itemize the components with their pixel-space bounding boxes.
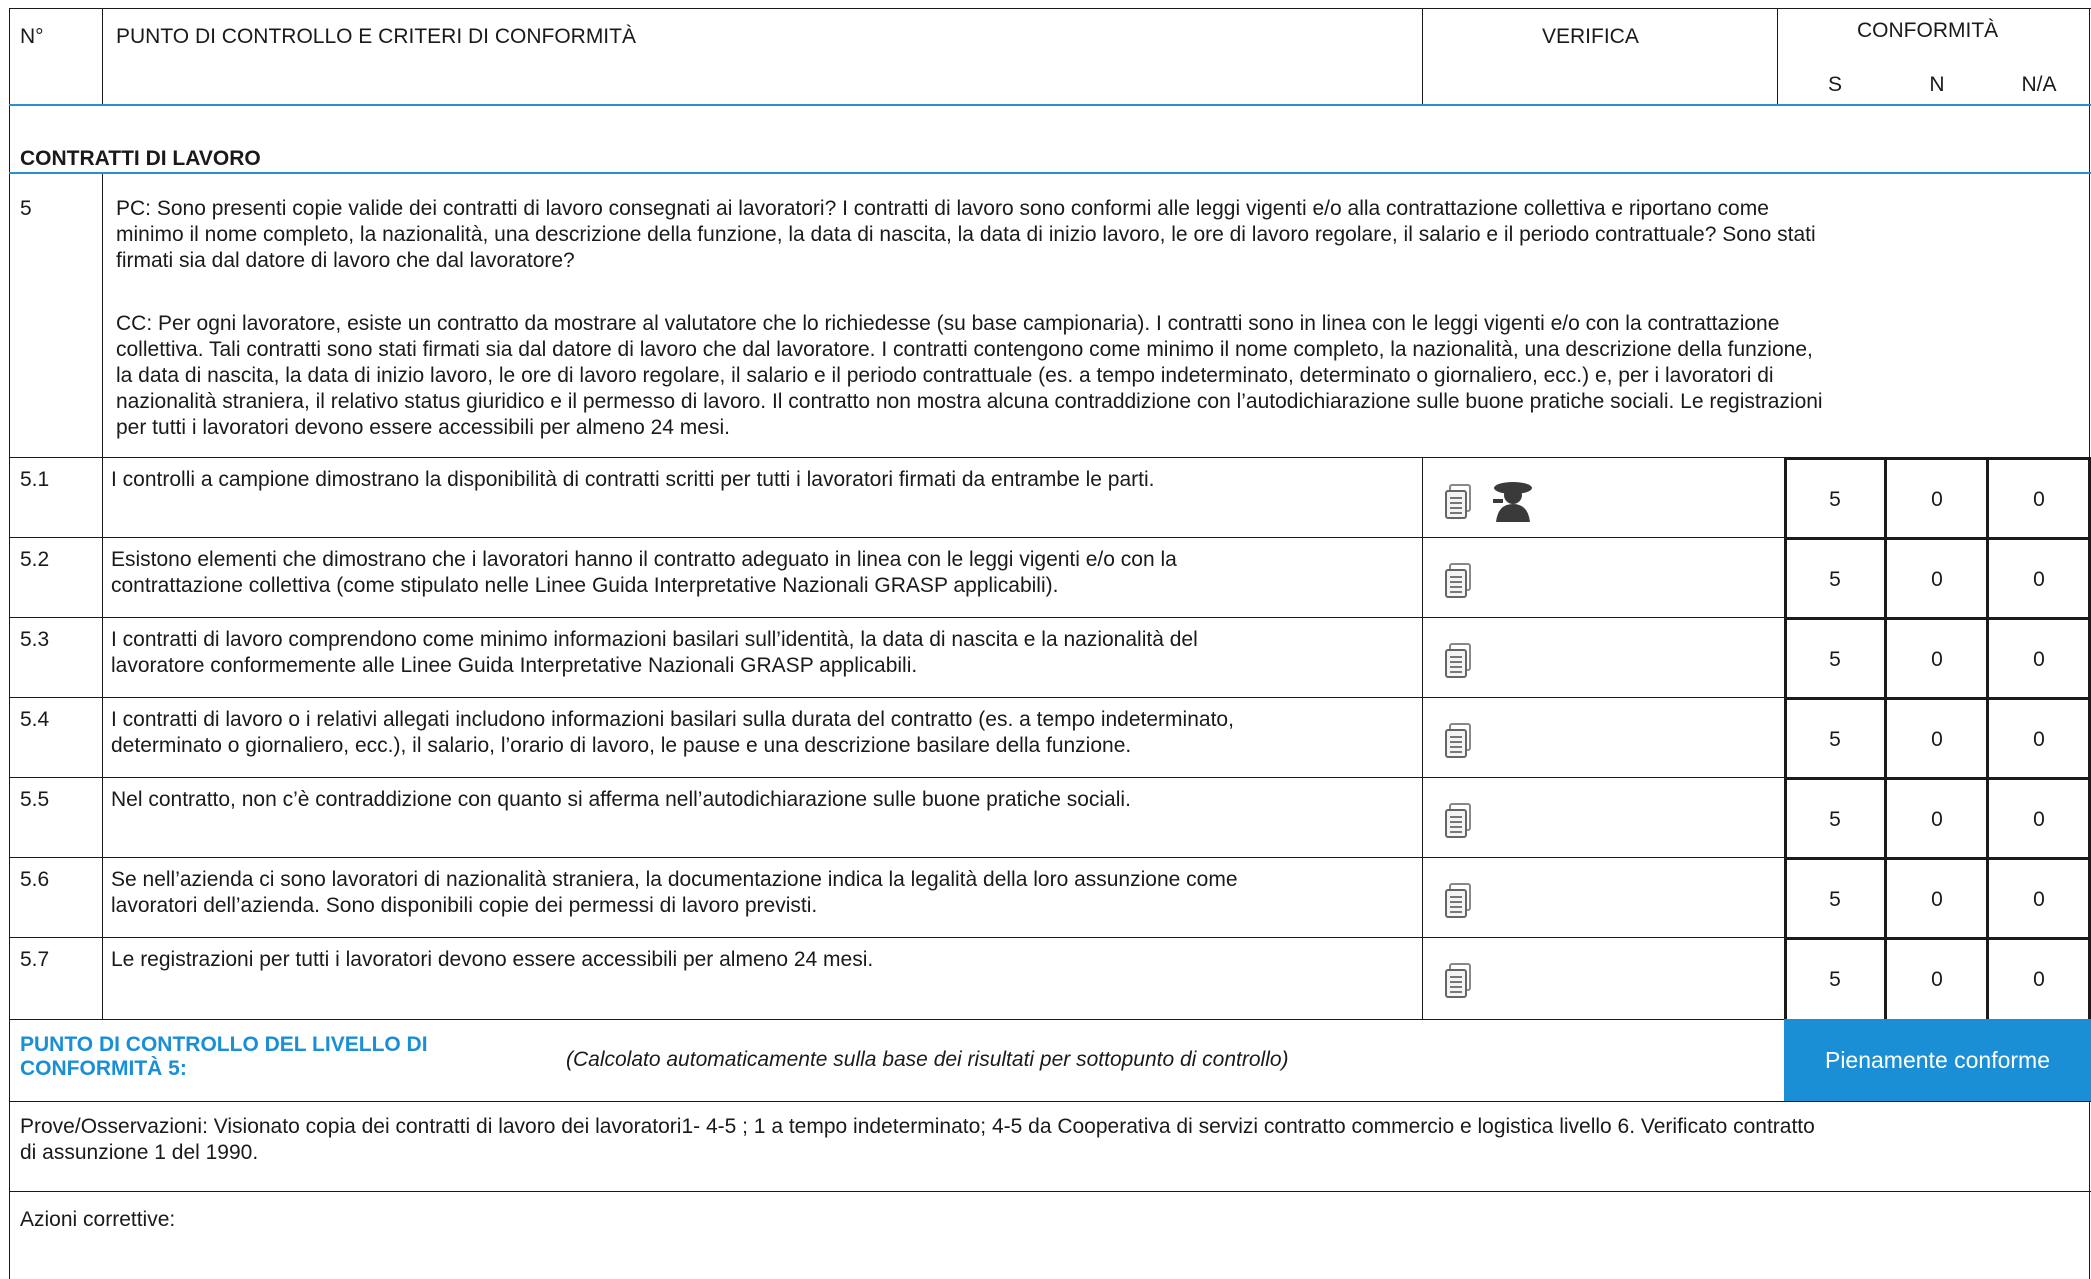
pc-text-line: minimo il nome completo, la nazionalità,… (116, 223, 1816, 246)
score-n: 0 (1931, 488, 1943, 511)
score-na: 0 (2033, 648, 2045, 671)
pc-text-line: PC: Sono presenti copie valide dei contr… (116, 197, 1769, 220)
score-s: 5 (1829, 488, 1841, 511)
row-text-line: lavoratori dell’azienda. Sono disponibil… (111, 894, 818, 917)
row-id: 5.7 (20, 948, 50, 971)
score-n: 0 (1931, 648, 1943, 671)
score-n: 0 (1931, 728, 1943, 751)
score-s: 5 (1829, 888, 1841, 911)
score-s: 5 (1829, 568, 1841, 591)
row-text-line: lavoratore conformemente alle Linee Guid… (111, 654, 918, 677)
header-na: N/A (2021, 73, 2057, 96)
document-icon (1445, 484, 1471, 519)
row-text-line: determinato o giornaliero, ecc.), il sal… (111, 734, 1132, 757)
header-conformita: CONFORMITÀ (1857, 19, 1999, 42)
row-id: 5.4 (20, 708, 50, 731)
score-s: 5 (1829, 728, 1841, 751)
score-na: 0 (2033, 888, 2045, 911)
pc-text-line: firmati sia dal datore di lavoro che dal… (116, 249, 575, 272)
row-text-line: I contratti di lavoro comprendono come m… (111, 628, 1198, 651)
row-id: 5.3 (20, 628, 50, 651)
control-point-number: 5 (20, 197, 32, 220)
score-na: 0 (2033, 568, 2045, 591)
header-s: S (1827, 73, 1842, 96)
document-icon (1445, 963, 1471, 998)
document-icon (1445, 643, 1471, 678)
score-n: 0 (1931, 968, 1943, 991)
row-text-line: Se nell’azienda ci sono lavoratori di na… (111, 868, 1238, 891)
header-number: N° (20, 25, 44, 48)
row-text-line: Nel contratto, non c’è contraddizione co… (111, 788, 1131, 811)
header-verifica: VERIFICA (1542, 25, 1639, 48)
score-na: 0 (2033, 968, 2045, 991)
row-text-line: I controlli a campione dimostrano la dis… (111, 468, 1155, 491)
document-icon (1445, 803, 1471, 838)
row-text-line: Le registrazioni per tutti i lavoratori … (111, 948, 874, 971)
section-title: CONTRATTI DI LAVORO (20, 147, 261, 170)
summary-label-line1: PUNTO DI CONTROLLO DEL LIVELLO DI (20, 1033, 428, 1056)
row-id: 5.1 (20, 468, 50, 491)
cc-text-line: per tutti i lavoratori devono essere acc… (116, 416, 730, 439)
score-na: 0 (2033, 488, 2045, 511)
score-na: 0 (2033, 728, 2045, 751)
status-badge: Pienamente conforme (1784, 1019, 2091, 1101)
row-text-line: contrattazione collettiva (come stipulat… (111, 574, 1059, 597)
document-icon (1445, 883, 1471, 918)
score-na: 0 (2033, 808, 2045, 831)
score-n: 0 (1931, 568, 1943, 591)
corrective-actions-label: Azioni correttive: (20, 1208, 176, 1231)
observations-line: di assunzione 1 del 1990. (20, 1141, 259, 1164)
header-n: N (1929, 73, 1945, 96)
row-id: 5.5 (20, 788, 50, 811)
cc-text-line: nazionalità straniera, il relativo statu… (116, 390, 1823, 413)
summary-note: (Calcolato automaticamente sulla base de… (566, 1048, 1289, 1071)
score-n: 0 (1931, 808, 1943, 831)
score-s: 5 (1829, 808, 1841, 831)
header-criteria: PUNTO DI CONTROLLO E CRITERI DI CONFORMI… (116, 25, 636, 48)
row-text-line: I contratti di lavoro o i relativi alleg… (111, 708, 1234, 731)
cc-text-line: la data di nascita, la data di inizio la… (116, 364, 1774, 387)
cc-text-line: collettiva. Tali contratti sono stati fi… (116, 338, 1813, 361)
cc-text-line: CC: Per ogni lavoratore, esiste un contr… (116, 312, 1780, 335)
score-s: 5 (1829, 648, 1841, 671)
score-n: 0 (1931, 888, 1943, 911)
interview-person-icon (1493, 482, 1532, 522)
row-id: 5.6 (20, 868, 50, 891)
document-icon (1445, 563, 1471, 598)
document-icon (1445, 723, 1471, 758)
row-text-line: Esistono elementi che dimostrano che i l… (111, 548, 1177, 571)
score-s: 5 (1829, 968, 1841, 991)
observations-line: Prove/Osservazioni: Visionato copia dei … (20, 1115, 1815, 1138)
summary-label-line2: CONFORMITÀ 5: (20, 1057, 187, 1080)
row-id: 5.2 (20, 548, 50, 571)
